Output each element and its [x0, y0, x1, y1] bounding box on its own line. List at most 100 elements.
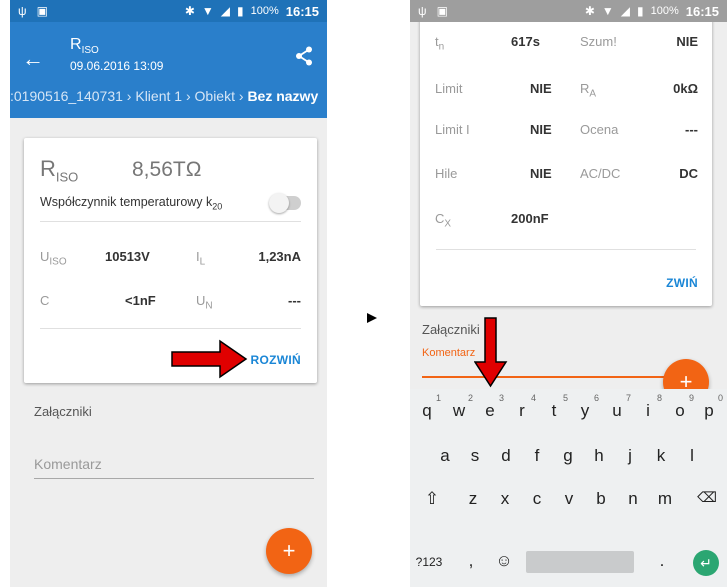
- battery-percent: 100%: [250, 5, 279, 17]
- temperature-coefficient-label: Współczynnik temperaturowy k20: [40, 195, 223, 212]
- usb-icon: ψ: [418, 4, 427, 18]
- key-b[interactable]: b: [587, 489, 615, 509]
- key-k[interactable]: k: [647, 446, 675, 466]
- breadcrumb-current: Bez nazwy: [247, 88, 319, 104]
- key-q[interactable]: q1: [413, 393, 441, 421]
- param-label-c: C: [40, 293, 50, 308]
- onscreen-keyboard: q1 w2 e3 r4 t5 y6 u7 i8 o9 p0 a s d f g …: [410, 389, 727, 587]
- param-value-limit: NIE: [530, 81, 552, 96]
- param-value-c: <1nF: [125, 293, 156, 308]
- param-label-tn: tn: [435, 34, 445, 53]
- param-label-ra: RA: [580, 81, 597, 100]
- expand-button[interactable]: ROZWIŃ: [251, 353, 301, 367]
- page-title: RISO: [70, 36, 99, 57]
- temperature-coefficient-toggle[interactable]: [269, 193, 301, 213]
- space-key[interactable]: [526, 551, 634, 573]
- back-arrow-icon[interactable]: ←: [22, 46, 44, 72]
- param-label-hile: Hile: [435, 166, 458, 181]
- measurement-date: 09.06.2016 13:09: [70, 59, 164, 73]
- key-f[interactable]: f: [523, 446, 551, 466]
- breadcrumb: :0190516_140731 › Klient 1 › Obiekt › Be…: [10, 88, 319, 104]
- key-u[interactable]: u7: [603, 393, 631, 421]
- key-e[interactable]: e3: [476, 393, 504, 421]
- key-a[interactable]: a: [431, 446, 459, 466]
- main-result-value: 8,56TΩ: [132, 158, 202, 181]
- battery-icon: ▮: [637, 4, 644, 18]
- param-value-rating: ---: [685, 122, 698, 137]
- enter-icon[interactable]: ↵: [693, 550, 719, 576]
- key-l[interactable]: l: [678, 446, 706, 466]
- key-i[interactable]: i8: [634, 393, 662, 421]
- param-label-uiso: UISO: [40, 249, 67, 268]
- breadcrumb-item[interactable]: :0190516_140731: [10, 88, 123, 104]
- collapse-button[interactable]: ZWIŃ: [666, 276, 698, 290]
- transition-arrow-icon: [367, 313, 377, 323]
- key-j[interactable]: j: [616, 446, 644, 466]
- signal-icon: ◢: [620, 4, 630, 18]
- right-screen: tn 617s Szum! NIE Limit NIE RA 0kΩ Limit…: [410, 0, 727, 587]
- result-card: RISO 8,56TΩ Współczynnik temperaturowy k…: [24, 138, 317, 383]
- expanded-result-card: tn 617s Szum! NIE Limit NIE RA 0kΩ Limit…: [420, 0, 712, 306]
- attachments-label: Załączniki: [34, 404, 92, 419]
- key-z[interactable]: z: [459, 489, 487, 509]
- status-bar: ψ ▣ ✱ ▼ ◢ ▮ 100% 16:15: [10, 0, 327, 22]
- param-value-un: ---: [288, 293, 301, 308]
- wifi-icon: ▼: [601, 4, 614, 18]
- left-screen: ψ ▣ ✱ ▼ ◢ ▮ 100% 16:15 ← RISO 09.06.2016…: [10, 0, 327, 587]
- param-value-limit-i: NIE: [530, 122, 552, 137]
- param-label-acdc: AC/DC: [580, 166, 621, 181]
- param-label-limit: Limit: [435, 81, 463, 96]
- backspace-icon[interactable]: ⌫: [693, 489, 721, 506]
- battery-icon: ▮: [237, 4, 244, 18]
- param-value-noise: NIE: [676, 34, 698, 49]
- key-w[interactable]: w2: [445, 393, 473, 421]
- signal-icon: ◢: [220, 4, 230, 18]
- key-c[interactable]: c: [523, 489, 551, 509]
- param-label-il: IL: [196, 249, 206, 268]
- comment-underline: [34, 478, 314, 479]
- param-value-hile: NIE: [530, 166, 552, 181]
- param-value-ra: 0kΩ: [673, 81, 698, 96]
- emoji-icon[interactable]: ☺: [490, 551, 518, 571]
- divider: [436, 249, 696, 250]
- clock: 16:15: [685, 3, 719, 19]
- param-value-acdc: DC: [679, 166, 698, 181]
- comment-input-active[interactable]: [422, 376, 672, 378]
- key-t[interactable]: t5: [540, 393, 568, 421]
- bluetooth-icon: ✱: [584, 4, 595, 18]
- divider: [40, 221, 301, 222]
- comment-input[interactable]: Komentarz: [34, 456, 102, 472]
- param-label-rating: Ocena: [580, 122, 619, 137]
- param-label-noise: Szum!: [580, 34, 617, 49]
- param-value-il: 1,23nA: [258, 249, 301, 264]
- key-r[interactable]: r4: [508, 393, 536, 421]
- wifi-icon: ▼: [201, 4, 214, 18]
- app-bar: ← RISO 09.06.2016 13:09 :0190516_140731 …: [10, 22, 327, 118]
- breadcrumb-item[interactable]: Klient 1: [135, 88, 182, 104]
- main-result-label: RISO: [40, 156, 79, 185]
- symbols-key[interactable]: ?123: [412, 555, 446, 569]
- add-fab-button[interactable]: +: [266, 528, 312, 574]
- key-d[interactable]: d: [492, 446, 520, 466]
- param-label-un: UN: [196, 293, 213, 312]
- shift-icon[interactable]: ⇧: [418, 489, 446, 509]
- key-y[interactable]: y6: [571, 393, 599, 421]
- param-label-cx: CX: [435, 211, 452, 230]
- param-value-uiso: 10513V: [105, 249, 150, 264]
- clock: 16:15: [285, 3, 319, 19]
- key-p[interactable]: p0: [695, 393, 723, 421]
- key-s[interactable]: s: [461, 446, 489, 466]
- key-g[interactable]: g: [554, 446, 582, 466]
- status-bar: ψ ▣ ✱ ▼ ◢ ▮ 100% 16:15: [410, 0, 727, 22]
- breadcrumb-item[interactable]: Obiekt: [195, 88, 235, 104]
- key-m[interactable]: m: [651, 489, 679, 509]
- key-comma[interactable]: ,: [457, 551, 485, 571]
- key-x[interactable]: x: [491, 489, 519, 509]
- key-period[interactable]: .: [648, 551, 676, 571]
- key-v[interactable]: v: [555, 489, 583, 509]
- toggle-knob: [269, 193, 289, 213]
- key-n[interactable]: n: [619, 489, 647, 509]
- key-h[interactable]: h: [585, 446, 613, 466]
- key-o[interactable]: o9: [666, 393, 694, 421]
- share-icon[interactable]: [295, 46, 313, 71]
